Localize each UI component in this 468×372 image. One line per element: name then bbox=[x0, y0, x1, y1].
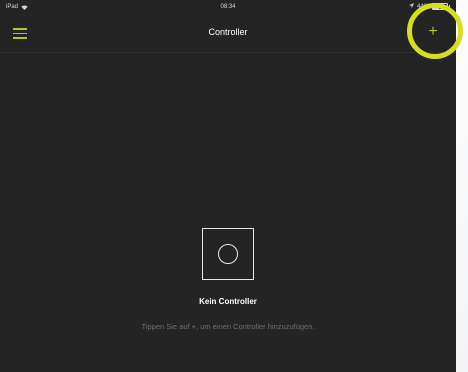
menu-line bbox=[13, 37, 27, 39]
app-screen: iPad 08:34 44% Controller + Kein Control… bbox=[0, 0, 456, 372]
empty-state-title: Kein Controller bbox=[199, 297, 257, 306]
empty-state-hint: Tippen Sie auf +, um einen Controller hi… bbox=[141, 322, 315, 331]
location-arrow-icon bbox=[408, 3, 414, 10]
navigation-bar: Controller + bbox=[0, 14, 456, 53]
status-time: 08:34 bbox=[220, 4, 236, 10]
controller-placeholder-icon bbox=[202, 228, 254, 280]
battery-fill bbox=[433, 4, 440, 9]
battery-percent: 44% bbox=[416, 3, 429, 10]
add-controller-button[interactable]: + bbox=[424, 22, 442, 42]
page-title: Controller bbox=[208, 27, 248, 37]
placeholder-circle bbox=[218, 244, 238, 264]
empty-state: Kein Controller Tippen Sie auf +, um ein… bbox=[0, 228, 456, 331]
status-right: 44% bbox=[408, 3, 450, 10]
battery-icon bbox=[432, 3, 450, 10]
status-bar: iPad 08:34 44% bbox=[0, 0, 456, 14]
